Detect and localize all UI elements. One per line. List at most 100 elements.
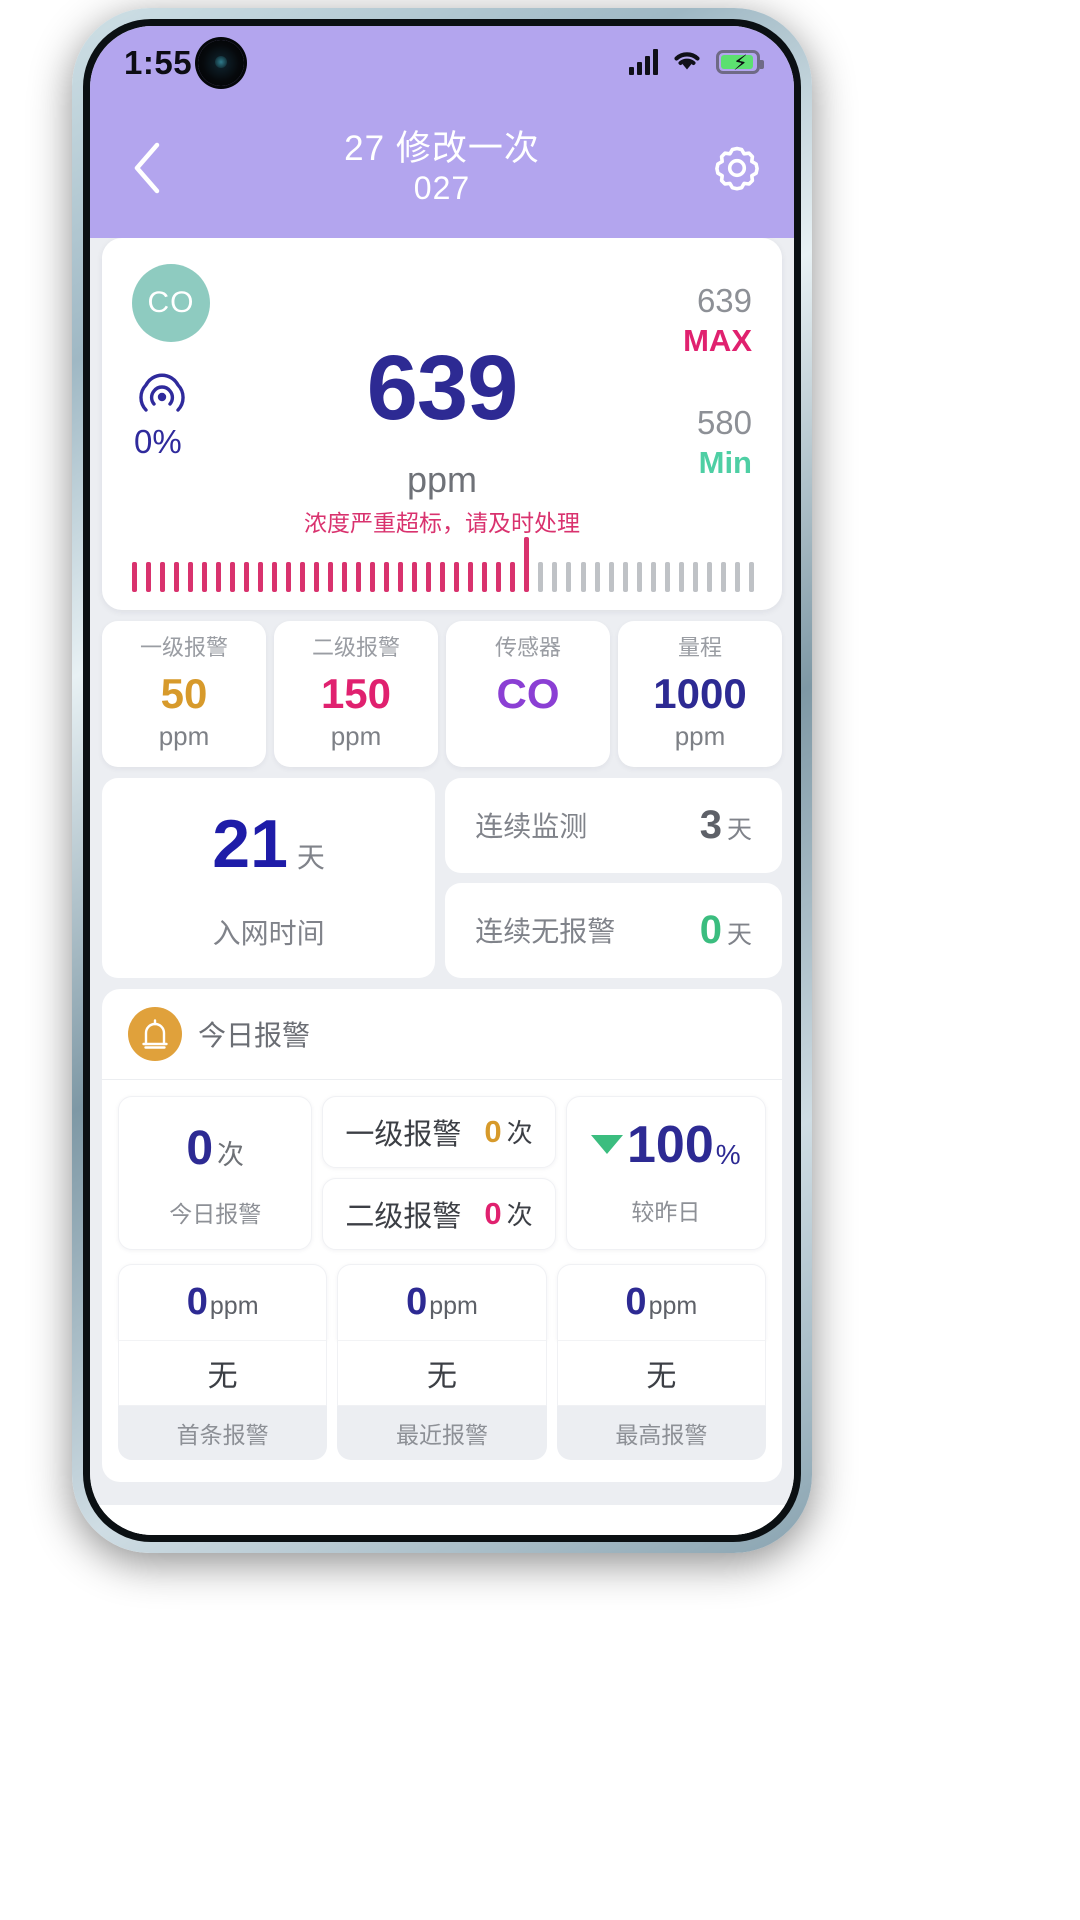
- days-right-column: 连续监测 3 天 连续无报警 0 天: [445, 777, 782, 978]
- first-alarm-column[interactable]: 0 ppm 无 首条报警: [118, 1263, 328, 1460]
- level-number: 0: [484, 1196, 502, 1231]
- threshold-card-level2[interactable]: 二级报警 150 ppm: [274, 621, 438, 767]
- level-unit: 次: [506, 1118, 533, 1148]
- join-time-card[interactable]: 21 天 入网时间: [102, 777, 436, 978]
- threshold-card-level1[interactable]: 一级报警 50 ppm: [102, 621, 266, 767]
- trend-vs-yesterday-card[interactable]: 100 % 较昨日: [565, 1095, 766, 1250]
- gauge-tick: [678, 562, 684, 592]
- gauge-tick: [230, 562, 236, 592]
- today-alarm-grid: 0 次 今日报警 一级报警 0 次 二级报警 0 次 100 % 较昨日: [102, 1080, 782, 1260]
- gauge-tick: [552, 562, 558, 592]
- level2-alarm-card[interactable]: 二级报警 0 次: [322, 1177, 556, 1250]
- gauge-unit: ppm: [406, 459, 478, 500]
- gauge-tick: [608, 562, 614, 592]
- threshold-unit: ppm: [330, 720, 382, 751]
- kv-number: 0: [699, 907, 722, 952]
- kv-label: 连续监测: [475, 811, 588, 842]
- max-value: 639: [696, 282, 752, 319]
- concentration-tick-gauge: [132, 534, 754, 592]
- gauge-tick: [454, 562, 460, 592]
- gauge-center: 639 ppm 浓度严重超标，请及时处理: [102, 342, 782, 535]
- threshold-card-range[interactable]: 量程 1000 ppm: [618, 621, 782, 767]
- down-triangle-icon: [590, 1135, 623, 1154]
- threshold-label: 一级报警: [139, 635, 228, 660]
- wifi-icon: [671, 47, 703, 77]
- front-camera-punch-hole: [198, 40, 244, 86]
- threshold-row: 一级报警 50 ppm 二级报警 150 ppm 传感器 CO 量程 1000: [102, 621, 782, 767]
- gauge-tick: [426, 562, 432, 592]
- gauge-tick: [300, 562, 306, 592]
- detail-unit: ppm: [209, 1292, 259, 1320]
- highest-alarm-column[interactable]: 0 ppm 无 最高报警: [556, 1263, 766, 1460]
- gauge-tick: [664, 562, 670, 592]
- join-days-unit: 天: [296, 841, 325, 873]
- status-bar: 1:55 ⚡: [90, 26, 794, 98]
- gauge-tick: [734, 562, 740, 592]
- status-time: 1:55: [124, 43, 193, 81]
- trend-label: 较昨日: [631, 1198, 701, 1225]
- battery-charging-icon: ⚡: [716, 50, 764, 75]
- gauge-tick: [566, 562, 572, 592]
- phone-frame: 1:55 ⚡ 27 修改一次 027 CO 0% 639 ppm 浓度严重超标，…: [72, 8, 812, 1553]
- kv-value: 3 天: [700, 805, 752, 846]
- gauge-tick: [188, 562, 194, 592]
- gauge-tick: [440, 562, 446, 592]
- detail-value-box: 0 ppm: [337, 1263, 547, 1340]
- threshold-value: 50: [160, 670, 208, 717]
- kv-label: 连续无报警: [475, 916, 616, 947]
- gauge-value: 639: [366, 337, 519, 439]
- level1-alarm-card[interactable]: 一级报警 0 次: [322, 1095, 556, 1168]
- detail-number: 0: [406, 1281, 428, 1323]
- settings-button[interactable]: [706, 137, 768, 199]
- gauge-tick: [636, 562, 642, 592]
- level-unit: 次: [506, 1200, 533, 1230]
- detail-number: 0: [186, 1281, 208, 1323]
- gauge-tick: [314, 562, 320, 592]
- today-alarm-card: 今日报警 0 次 今日报警 一级报警 0 次 二级报警 0 次 100 % 较昨…: [102, 988, 782, 1482]
- sensor-type-badge: CO: [132, 264, 210, 342]
- back-button[interactable]: [116, 137, 178, 199]
- detail-label: 首条报警: [118, 1405, 328, 1460]
- gauge-tick: [146, 562, 152, 592]
- alarm-detail-row: 0 ppm 无 首条报警 0 ppm 无 最近报警 0 ppm 无 最高报警: [102, 1260, 782, 1482]
- gauge-tick: [510, 562, 516, 592]
- latest-alarm-column[interactable]: 0 ppm 无 最近报警: [337, 1263, 547, 1460]
- gauge-tick: [160, 562, 166, 592]
- detail-label: 最高报警: [556, 1405, 766, 1460]
- gear-icon: [715, 146, 759, 191]
- threshold-card-sensor[interactable]: 传感器 CO: [446, 621, 610, 767]
- min-label: Min: [698, 444, 752, 480]
- phone-bezel: 1:55 ⚡ 27 修改一次 027 CO 0% 639 ppm 浓度严重超标，…: [83, 19, 801, 1542]
- no-alarm-days-card[interactable]: 连续无报警 0 天: [445, 882, 782, 978]
- phone-screen: 1:55 ⚡ 27 修改一次 027 CO 0% 639 ppm 浓度严重超标，…: [90, 26, 794, 1535]
- gauge-tick: [244, 562, 250, 592]
- today-alarm-count-card[interactable]: 0 次 今日报警: [118, 1095, 313, 1250]
- chevron-left-icon: [134, 142, 160, 194]
- cellular-signal-icon: [629, 49, 658, 75]
- gauge-tick: [412, 562, 418, 592]
- threshold-label: 传感器: [494, 635, 561, 660]
- bottom-spacer: [90, 1505, 794, 1535]
- page-subtitle: 027: [413, 169, 471, 206]
- trend-percent-sign: %: [715, 1138, 741, 1170]
- detail-value-box: 0 ppm: [118, 1263, 328, 1340]
- level-label: 一级报警: [345, 1118, 462, 1151]
- join-days-label: 入网时间: [212, 917, 325, 949]
- today-count-label: 今日报警: [169, 1200, 262, 1227]
- detail-label: 最近报警: [337, 1405, 547, 1460]
- detail-unit: ppm: [648, 1292, 698, 1320]
- threshold-label: 二级报警: [311, 635, 400, 660]
- gauge-card: CO 0% 639 ppm 浓度严重超标，请及时处理 639 MAX 580 M…: [102, 238, 782, 610]
- detail-top-line: 0 ppm: [625, 1283, 697, 1321]
- level-value: 0 次: [484, 1195, 532, 1232]
- detail-number: 0: [625, 1281, 647, 1323]
- page-title: 27 修改一次: [344, 129, 540, 169]
- join-days-value: 21: [212, 805, 288, 882]
- gauge-warning-text: 浓度严重超标，请及时处理: [304, 510, 580, 536]
- continuous-monitor-card[interactable]: 连续监测 3 天: [445, 777, 782, 873]
- threshold-value: CO: [496, 670, 560, 717]
- threshold-label: 量程: [677, 635, 722, 660]
- detail-status: 无: [337, 1339, 547, 1406]
- level-number: 0: [484, 1114, 502, 1149]
- level-value: 0 次: [484, 1113, 532, 1150]
